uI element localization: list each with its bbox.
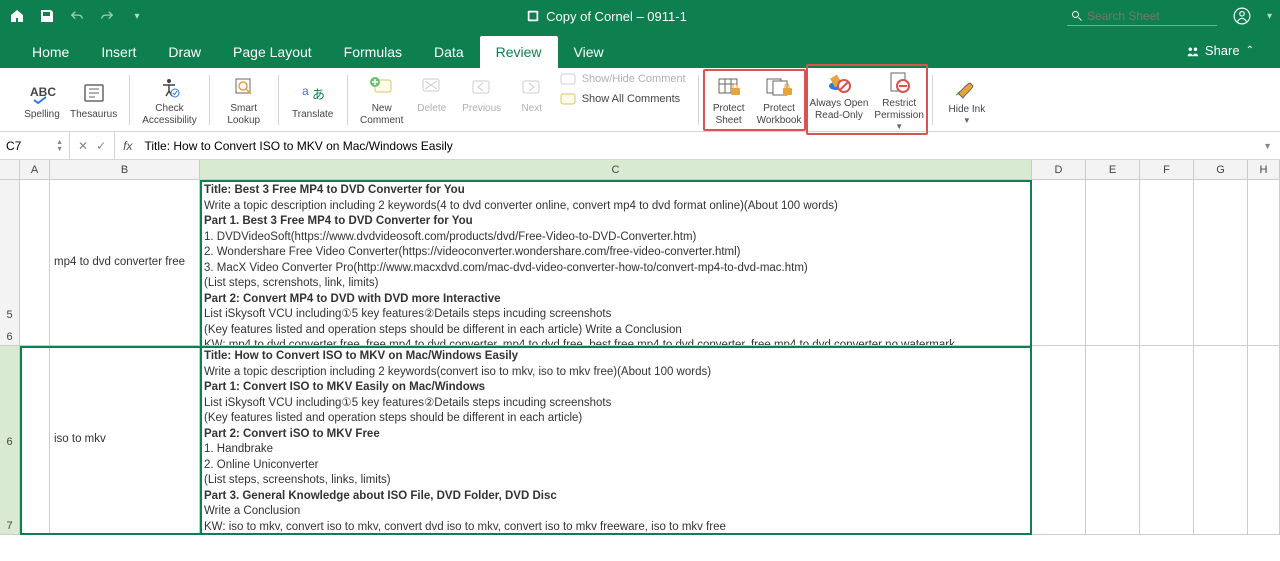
protect-group: ProtectSheet ProtectWorkbook: [703, 69, 806, 131]
col-header-C[interactable]: C: [200, 160, 1032, 179]
row-header-7[interactable]: 6 7: [0, 346, 20, 534]
account-icon[interactable]: [1233, 7, 1251, 25]
cell-B7[interactable]: iso to mkv: [50, 346, 200, 534]
previous-comment-button: Previous: [460, 73, 504, 115]
tab-home[interactable]: Home: [16, 36, 85, 68]
show-hide-comment-button: Show/Hide Comment: [560, 73, 686, 87]
cell-H7[interactable]: [1248, 346, 1280, 534]
col-header-H[interactable]: H: [1248, 160, 1280, 179]
col-header-A[interactable]: A: [20, 160, 50, 179]
share-button[interactable]: Share ⌃: [1175, 37, 1264, 64]
col-header-E[interactable]: E: [1086, 160, 1140, 179]
cell-H5[interactable]: [1248, 180, 1280, 345]
tab-page-layout[interactable]: Page Layout: [217, 36, 328, 68]
cell-B5[interactable]: mp4 to dvd converter free: [50, 180, 200, 345]
thesaurus-button[interactable]: Thesaurus: [70, 79, 117, 121]
undo-icon[interactable]: [68, 7, 86, 25]
tab-formulas[interactable]: Formulas: [328, 36, 418, 68]
tab-insert[interactable]: Insert: [85, 36, 152, 68]
table-row: 6 7 iso to mkv Title: How to Convert ISO…: [0, 346, 1280, 535]
expand-formula-icon[interactable]: ▼: [1255, 141, 1280, 151]
name-box[interactable]: C7 ▲▼: [0, 132, 70, 159]
search-sheet[interactable]: [1067, 7, 1217, 26]
home-icon[interactable]: [8, 7, 26, 25]
ribbon-tabs: HomeInsertDrawPage LayoutFormulasDataRev…: [0, 32, 1280, 68]
smart-lookup-button[interactable]: SmartLookup: [222, 73, 266, 127]
redo-icon[interactable]: [98, 7, 116, 25]
restrict-permission-button[interactable]: RestrictPermission ▼: [874, 68, 923, 132]
col-header-F[interactable]: F: [1140, 160, 1194, 179]
cell-A5[interactable]: [20, 180, 50, 345]
cell-D7[interactable]: [1032, 346, 1086, 534]
qat-more-icon[interactable]: ▾: [128, 7, 146, 25]
next-comment-button: Next: [510, 73, 554, 115]
cell-A7[interactable]: [20, 346, 50, 534]
formula-input[interactable]: Title: How to Convert ISO to MKV on Mac/…: [140, 139, 1255, 153]
cell-C7[interactable]: Title: How to Convert ISO to MKV on Mac/…: [200, 346, 1032, 534]
select-all-corner[interactable]: [0, 160, 20, 179]
ribbon: ABC Spelling Thesaurus CheckAccessibilit…: [0, 68, 1280, 132]
new-comment-button[interactable]: NewComment: [360, 73, 404, 127]
cell-G5[interactable]: [1194, 180, 1248, 345]
cell-F5[interactable]: [1140, 180, 1194, 345]
cell-E7[interactable]: [1086, 346, 1140, 534]
tab-draw[interactable]: Draw: [152, 36, 217, 68]
document-title: Copy of Cornel – 0911-1: [526, 9, 687, 24]
spreadsheet-grid[interactable]: A B C D E F G H 5 6 mp4 to dvd converter…: [0, 160, 1280, 561]
cell-D5[interactable]: [1032, 180, 1086, 345]
fx-label: fx: [115, 139, 140, 153]
table-row: 5 6 mp4 to dvd converter free Title: Bes…: [0, 180, 1280, 346]
translate-button[interactable]: aあ Translate: [291, 79, 335, 121]
always-open-readonly-button[interactable]: Always OpenRead-Only: [810, 68, 869, 122]
formula-bar: C7 ▲▼ ✕ ✓ fx Title: How to Convert ISO t…: [0, 132, 1280, 160]
tab-data[interactable]: Data: [418, 36, 480, 68]
protect-sheet-button[interactable]: ProtectSheet: [707, 73, 751, 127]
protect-workbook-button[interactable]: ProtectWorkbook: [757, 73, 802, 127]
row-header-5[interactable]: 5 6: [0, 180, 20, 345]
svg-text:a: a: [302, 84, 309, 98]
cell-E5[interactable]: [1086, 180, 1140, 345]
cell-F7[interactable]: [1140, 346, 1194, 534]
cancel-formula-icon[interactable]: ✕: [78, 139, 88, 153]
tab-review[interactable]: Review: [480, 36, 558, 68]
delete-comment-button: Delete: [410, 73, 454, 115]
col-header-D[interactable]: D: [1032, 160, 1086, 179]
cell-G7[interactable]: [1194, 346, 1248, 534]
save-icon[interactable]: [38, 7, 56, 25]
hide-ink-button[interactable]: Hide Ink ▼: [945, 74, 989, 126]
cell-C5[interactable]: Title: Best 3 Free MP4 to DVD Converter …: [200, 180, 1032, 345]
search-input[interactable]: [1087, 9, 1207, 23]
svg-text:ABC: ABC: [30, 85, 56, 99]
show-all-comments-button[interactable]: Show All Comments: [560, 93, 686, 107]
svg-text:あ: あ: [312, 87, 325, 102]
enter-formula-icon[interactable]: ✓: [96, 139, 106, 153]
title-bar: ▾ Copy of Cornel – 0911-1 ▾: [0, 0, 1280, 32]
spelling-button[interactable]: ABC Spelling: [20, 79, 64, 121]
column-headers: A B C D E F G H: [0, 160, 1280, 180]
check-accessibility-button[interactable]: CheckAccessibility: [142, 73, 196, 127]
permissions-group: Always OpenRead-Only RestrictPermission …: [806, 64, 928, 136]
col-header-B[interactable]: B: [50, 160, 200, 179]
tab-view[interactable]: View: [558, 36, 620, 68]
col-header-G[interactable]: G: [1194, 160, 1248, 179]
